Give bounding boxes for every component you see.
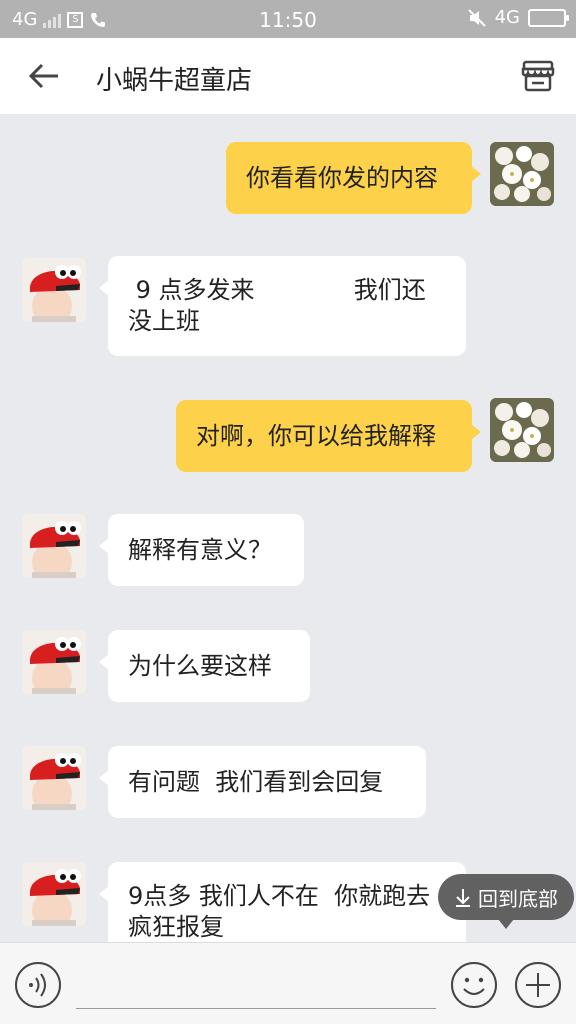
kid-avatar-image xyxy=(22,258,86,322)
store-icon xyxy=(521,60,555,92)
message-bubble[interactable]: 你看看你发的内容 xyxy=(226,142,481,214)
message-text: 有问题 我们看到会回复 xyxy=(128,767,384,796)
flower-avatar[interactable] xyxy=(490,398,554,462)
message-self: 你看看你发的内容 xyxy=(0,114,576,224)
message-list[interactable]: 你看看你发的内容 9 点多发来 我们还 没上班 对啊，你可以给我解释 解释有意义… xyxy=(0,114,576,942)
network-label-right: 4G xyxy=(494,7,520,28)
back-to-bottom-button[interactable]: 回到底部 xyxy=(438,874,574,929)
message-text: 解释有意义？ xyxy=(128,535,272,564)
emoji-icon xyxy=(451,962,497,1008)
kid-avatar-image xyxy=(22,862,86,926)
kid-avatar-image xyxy=(22,630,86,694)
arrow-left-icon xyxy=(28,63,58,89)
chat-header: 小蜗牛超童店 xyxy=(0,38,576,114)
voice-button[interactable] xyxy=(14,961,62,1009)
input-bar xyxy=(0,942,576,1024)
kid-avatar[interactable] xyxy=(22,862,86,926)
page-title: 小蜗牛超童店 xyxy=(96,66,253,96)
more-button[interactable] xyxy=(514,961,562,1009)
message-text: 9 点多发来 我们还 没上班 xyxy=(128,276,426,335)
message-other: 有问题 我们看到会回复 xyxy=(0,736,576,826)
message-text: 你看看你发的内容 xyxy=(246,163,438,192)
back-to-bottom-label: 回到底部 xyxy=(478,886,558,911)
message-bubble[interactable]: 为什么要这样 xyxy=(99,630,310,702)
kid-avatar[interactable] xyxy=(22,746,86,810)
battery-icon xyxy=(528,8,569,27)
kid-avatar-image xyxy=(22,746,86,810)
message-other: 9 点多发来 我们还 没上班 xyxy=(0,244,576,364)
flower-avatar-image xyxy=(490,142,554,206)
status-right: 4G xyxy=(467,7,569,28)
status-bar: 4G S 11:50 4G xyxy=(0,0,576,38)
message-text: 为什么要这样 xyxy=(128,651,272,680)
message-text: 对啊，你可以给我解释 xyxy=(196,421,436,450)
message-bubble[interactable]: 解释有意义？ xyxy=(99,514,304,586)
plus-icon xyxy=(515,962,561,1008)
emoji-button[interactable] xyxy=(450,961,498,1009)
message-bubble[interactable]: 有问题 我们看到会回复 xyxy=(99,746,426,818)
message-other: 解释有意义？ xyxy=(0,504,576,594)
flower-avatar-image xyxy=(490,398,554,462)
flower-avatar[interactable] xyxy=(490,142,554,206)
message-bubble[interactable]: 9点多 我们人不在 你就跑去 疯狂报复 xyxy=(99,862,466,942)
message-text: 9点多 我们人不在 你就跑去 疯狂报复 xyxy=(128,882,431,941)
message-other: 为什么要这样 xyxy=(0,620,576,710)
message-self: 对啊，你可以给我解释 xyxy=(0,390,576,490)
arrow-down-icon xyxy=(456,889,470,907)
back-button[interactable] xyxy=(22,58,66,94)
message-input[interactable] xyxy=(76,967,436,1009)
store-button[interactable] xyxy=(518,56,558,96)
kid-avatar-image xyxy=(22,514,86,578)
message-bubble[interactable]: 对啊，你可以给我解释 xyxy=(176,400,481,472)
mute-icon xyxy=(467,8,486,27)
kid-avatar[interactable] xyxy=(22,630,86,694)
message-bubble[interactable]: 9 点多发来 我们还 没上班 xyxy=(99,256,466,356)
kid-avatar[interactable] xyxy=(22,258,86,322)
voice-icon xyxy=(15,962,61,1008)
kid-avatar[interactable] xyxy=(22,514,86,578)
